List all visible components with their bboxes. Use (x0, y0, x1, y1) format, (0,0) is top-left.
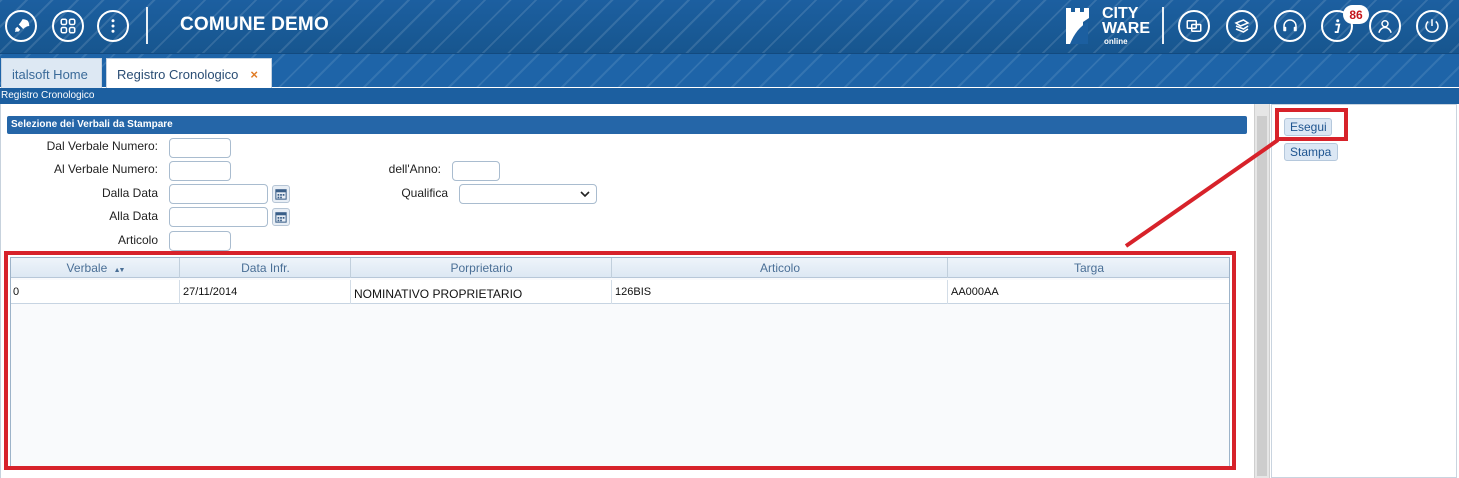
breadcrumb: Registro Cronologico (0, 88, 1459, 104)
header-divider (146, 7, 148, 44)
calendar-icon-glyph (275, 212, 287, 223)
logo-text-online: online (1104, 37, 1128, 46)
header-divider-right (1162, 7, 1164, 44)
docs-icon-glyph (1234, 19, 1250, 33)
tab-bar: italsoft Home Registro Cronologico × (0, 53, 1459, 89)
scrollbar-thumb[interactable] (1257, 116, 1267, 476)
user-icon[interactable] (1369, 10, 1401, 42)
articolo-label: Articolo (117, 233, 158, 247)
dalla-data-input[interactable] (169, 184, 268, 204)
grid-highlight-box (4, 251, 1236, 470)
calendar-icon[interactable] (272, 185, 290, 203)
apps-grid-icon-glyph (60, 18, 76, 34)
info-icon-glyph (1334, 19, 1341, 33)
user-icon-glyph (1378, 20, 1392, 33)
qualifica-label: Qualifica (401, 186, 448, 200)
tab-registro-cronologico[interactable]: Registro Cronologico × (106, 58, 272, 89)
windows-icon[interactable] (1178, 10, 1210, 42)
docs-icon[interactable] (1226, 10, 1258, 42)
rocket-icon-glyph (15, 19, 30, 32)
power-icon-glyph (1425, 19, 1439, 33)
windows-icon-glyph (1186, 20, 1202, 32)
alla-data-input[interactable] (169, 207, 268, 227)
dalla-data-label: Dalla Data (101, 186, 158, 200)
rocket-icon[interactable] (5, 10, 37, 42)
headset-icon-glyph (1283, 19, 1297, 32)
dal-verbale-input[interactable] (169, 138, 231, 158)
tab-label: Registro Cronologico (117, 66, 239, 82)
anno-label: dell'Anno: (388, 162, 441, 176)
more-vertical-icon-glyph (111, 19, 115, 33)
close-tab-icon[interactable]: × (250, 67, 258, 82)
esegui-highlight-box (1275, 108, 1348, 141)
calendar-icon[interactable] (272, 208, 290, 226)
cityware-logo: CITY WARE online (1064, 5, 1156, 47)
anno-input[interactable] (452, 161, 500, 181)
headset-icon[interactable] (1274, 10, 1306, 42)
apps-grid-icon[interactable] (52, 10, 84, 42)
notification-badge[interactable]: 86 (1343, 5, 1369, 24)
alla-data-label: Alla Data (109, 209, 158, 223)
tab-label: italsoft Home (12, 66, 88, 82)
more-vertical-icon[interactable] (97, 10, 129, 42)
app-title: COMUNE DEMO (180, 14, 329, 35)
logo-text-ware: WARE (1102, 20, 1150, 37)
tab-italsoft-home[interactable]: italsoft Home (1, 58, 102, 89)
tower-logo-icon (1066, 8, 1089, 44)
section-header: Selezione dei Verbali da Stampare (7, 116, 1247, 134)
chevron-down-icon (580, 191, 590, 198)
power-icon[interactable] (1416, 10, 1448, 42)
stampa-button[interactable]: Stampa (1284, 143, 1338, 161)
al-verbale-input[interactable] (169, 161, 231, 181)
top-bar: COMUNE DEMO CITY WARE online 86 (0, 0, 1459, 53)
dal-verbale-label: Dal Verbale Numero: (46, 139, 158, 153)
calendar-icon-glyph (275, 189, 287, 200)
articolo-input[interactable] (169, 231, 231, 251)
al-verbale-label: Al Verbale Numero: (53, 162, 158, 176)
qualifica-select[interactable] (459, 184, 597, 204)
